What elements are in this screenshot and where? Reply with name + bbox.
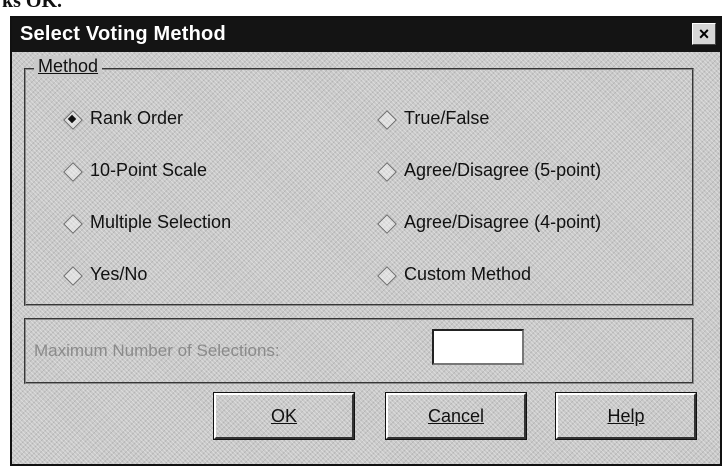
page-text-fragment: ks OK. — [2, 0, 63, 12]
dialog-title: Select Voting Method — [20, 23, 226, 45]
radio-agree-disagree-4[interactable]: Agree/Disagree (4-point) — [378, 212, 601, 233]
radio-10-point-scale[interactable]: 10-Point Scale — [64, 160, 207, 181]
ok-button[interactable]: OK — [213, 392, 355, 440]
radio-label-agree-disagree-4: Agree/Disagree (4-point) — [404, 212, 602, 232]
cancel-button-label: Cancel — [427, 405, 485, 426]
radio-rank-order[interactable]: Rank Order — [64, 108, 183, 129]
radio-diamond-icon — [378, 111, 394, 127]
radio-label-true-false: True/False — [404, 108, 490, 128]
cancel-button[interactable]: Cancel — [385, 392, 527, 440]
radio-diamond-icon — [378, 163, 394, 179]
radio-agree-disagree-5[interactable]: Agree/Disagree (5-point) — [378, 160, 601, 181]
radio-diamond-icon — [378, 215, 394, 231]
radio-yes-no[interactable]: Yes/No — [64, 264, 147, 285]
close-icon: × — [698, 24, 710, 44]
radio-label-yes-no: Yes/No — [90, 264, 148, 284]
radio-diamond-icon — [64, 215, 80, 231]
radio-custom-method[interactable]: Custom Method — [378, 264, 531, 285]
radio-diamond-icon — [64, 111, 80, 127]
help-button[interactable]: Help — [555, 392, 697, 440]
max-selections-label: Maximum Number of Selections: — [34, 341, 280, 360]
title-bar: Select Voting Method × — [12, 18, 720, 52]
radio-diamond-icon — [64, 163, 80, 179]
radio-diamond-icon — [64, 267, 80, 283]
close-button[interactable]: × — [692, 23, 716, 45]
radio-label-multiple-selection: Multiple Selection — [90, 212, 232, 232]
radio-label-rank-order: Rank Order — [90, 108, 184, 128]
radio-label-agree-disagree-5: Agree/Disagree (5-point) — [404, 160, 602, 180]
method-group-label: Method — [34, 56, 103, 77]
radio-label-custom-method: Custom Method — [404, 264, 532, 284]
radio-true-false[interactable]: True/False — [378, 108, 489, 129]
radio-label-10-point-scale: 10-Point Scale — [90, 160, 208, 180]
radio-diamond-icon — [378, 267, 394, 283]
ok-button-label: OK — [270, 405, 297, 426]
radio-multiple-selection[interactable]: Multiple Selection — [64, 212, 231, 233]
max-selections-input[interactable] — [432, 329, 524, 365]
help-button-label: Help — [607, 405, 645, 426]
